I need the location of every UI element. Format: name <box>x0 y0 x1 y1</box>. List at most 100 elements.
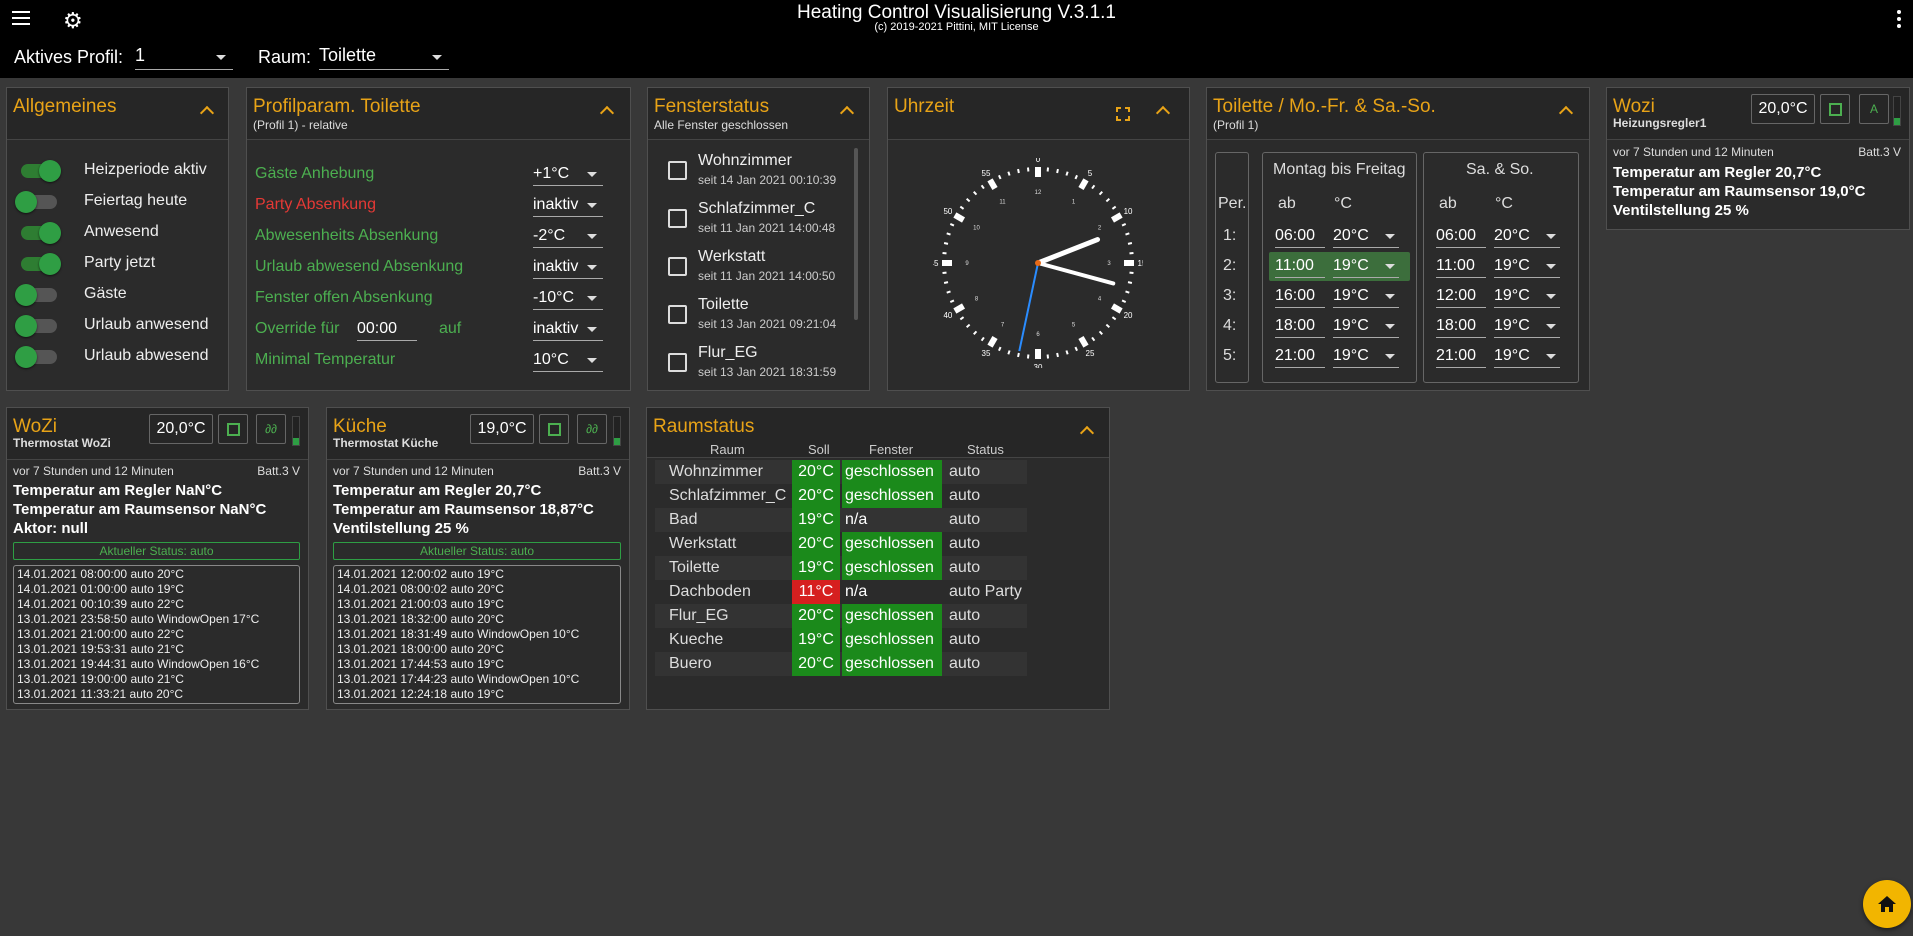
chevron-up-icon[interactable] <box>599 105 615 121</box>
toggle-switch[interactable]: Gäste <box>15 282 230 306</box>
period-temp-select[interactable]: 19°C <box>1494 344 1560 368</box>
setpoint-display[interactable]: 20,0°C <box>1751 94 1815 124</box>
window-checkbox[interactable] <box>668 161 687 180</box>
radio-signal-icon[interactable]: ∂∂ <box>577 414 607 444</box>
panel-uhrzeit: Uhrzeit 05101520253035404550551234567891… <box>887 87 1190 391</box>
clock-minute-label: 30 <box>1034 363 1043 368</box>
weekend-title: Sa. & So. <box>1466 161 1534 178</box>
toggle-switch[interactable]: Urlaub anwesend <box>15 313 230 337</box>
period-temp-select[interactable]: 19°C <box>1333 254 1399 278</box>
hour-tick <box>1078 335 1089 348</box>
setpoint-display[interactable]: 20,0°C <box>149 414 213 444</box>
window-checkbox[interactable] <box>668 305 687 324</box>
window-checkbox[interactable] <box>668 257 687 276</box>
period-time-input[interactable]: 21:00 <box>1436 344 1486 368</box>
fenster-cell: geschlossen <box>842 604 942 628</box>
param-select[interactable]: inaktiv <box>533 255 603 279</box>
raum-cell: Toilette <box>669 559 720 576</box>
scrollbar[interactable] <box>854 148 858 320</box>
radio-signal-icon[interactable]: ∂∂ <box>256 414 286 444</box>
profile-select[interactable]: 1 <box>135 45 233 70</box>
window-checkbox[interactable] <box>668 353 687 372</box>
param-select[interactable]: inaktiv <box>533 193 603 217</box>
toggle-switch[interactable]: Anwesend <box>15 220 230 244</box>
period-temp-select[interactable]: 19°C <box>1494 284 1560 308</box>
auto-mode-button[interactable]: A <box>1859 94 1889 124</box>
window-checkbox[interactable] <box>668 209 687 228</box>
status-cell: auto <box>949 655 981 672</box>
period-temp-select[interactable]: 20°C <box>1333 224 1399 248</box>
period-temp-select[interactable]: 19°C <box>1333 344 1399 368</box>
chevron-down-icon <box>1546 264 1556 269</box>
status-cell: auto <box>949 607 981 624</box>
period-time-input[interactable]: 16:00 <box>1275 284 1325 308</box>
reading-line: Temperatur am Regler NaN°C <box>13 482 223 499</box>
param-select[interactable]: +1°C <box>533 162 603 186</box>
period-time-input[interactable]: 11:00 <box>1436 254 1486 278</box>
signal-bar <box>1893 96 1901 126</box>
period-temp-select[interactable]: 19°C <box>1333 284 1399 308</box>
setpoint-display[interactable]: 19,0°C <box>470 414 534 444</box>
minute-tick <box>1065 350 1069 355</box>
fullscreen-icon[interactable] <box>1116 107 1130 121</box>
calendar-icon[interactable] <box>218 414 248 444</box>
minute-tick <box>1056 168 1059 174</box>
period-time-input[interactable]: 18:00 <box>1436 314 1486 338</box>
param-select[interactable]: inaktiv <box>533 317 603 341</box>
log-entry: 13.01.2021 18:31:49 auto WindowOpen 10°C <box>337 627 580 641</box>
more-vert-icon[interactable] <box>1897 10 1901 28</box>
chevron-up-icon[interactable] <box>1079 425 1095 441</box>
chevron-up-icon[interactable] <box>199 105 215 121</box>
chevron-down-icon <box>1546 294 1556 299</box>
param-select[interactable]: 10°C <box>533 348 603 372</box>
panel-header: Fensterstatus Alle Fenster geschlossen <box>648 88 869 140</box>
battery-status: Batt.3 V <box>578 464 621 478</box>
override-time-input[interactable]: 00:00 <box>357 317 417 341</box>
chevron-up-icon[interactable] <box>1558 105 1574 121</box>
fenster-cell: geschlossen <box>842 484 942 508</box>
status-cell: auto <box>949 463 981 480</box>
calendar-icon[interactable] <box>1820 94 1850 124</box>
period-time-input[interactable]: 11:00 <box>1275 254 1325 278</box>
period-time-input[interactable]: 21:00 <box>1275 344 1325 368</box>
col-header-soll: Soll <box>808 442 830 457</box>
toggle-switch[interactable]: Feiertag heute <box>15 189 230 213</box>
toggle-switch[interactable]: Party jetzt <box>15 251 230 275</box>
chevron-up-icon[interactable] <box>1155 105 1171 121</box>
param-select[interactable]: -10°C <box>533 286 603 310</box>
period-temp-select[interactable]: 19°C <box>1494 314 1560 338</box>
toggle-switch[interactable]: Urlaub abwesend <box>15 344 230 368</box>
event-log[interactable]: 14.01.2021 08:00:00 auto 20°C 14.01.2021 … <box>13 565 300 704</box>
device-title: WoZi <box>13 416 57 437</box>
log-entry: 13.01.2021 11:33:21 auto 20°C <box>17 687 184 701</box>
period-time-input[interactable]: 06:00 <box>1275 224 1325 248</box>
room-select[interactable]: Toilette <box>319 45 449 70</box>
period-temp-select[interactable]: 19°C <box>1333 314 1399 338</box>
home-button[interactable] <box>1863 880 1911 928</box>
status-cell: auto <box>949 631 981 648</box>
period-time-input[interactable]: 06:00 <box>1436 224 1486 248</box>
toggle-switch[interactable]: Heizperiode aktiv <box>15 158 230 182</box>
period-temp-select[interactable]: 19°C <box>1494 254 1560 278</box>
calendar-icon[interactable] <box>539 414 569 444</box>
period-number: 2: <box>1223 257 1237 274</box>
home-icon <box>1878 896 1896 912</box>
device-subtitle: Heizungsregler1 <box>1613 116 1707 130</box>
period-temp-select[interactable]: 20°C <box>1494 224 1560 248</box>
app-title: Heating Control Visualisierung V.3.1.1 <box>797 2 1116 23</box>
period-time-input[interactable]: 12:00 <box>1436 284 1486 308</box>
table-row: Kueche 19°C geschlossen auto <box>655 628 1027 652</box>
period-time-input[interactable]: 18:00 <box>1275 314 1325 338</box>
window-since: seit 14 Jan 2021 00:10:39 <box>698 173 837 187</box>
table-row: Dachboden 11°C n/a auto Party <box>655 580 1027 604</box>
top-app-bar: ⚙ Heating Control Visualisierung V.3.1.1… <box>0 0 1913 78</box>
param-select[interactable]: -2°C <box>533 224 603 248</box>
log-entry: 13.01.2021 21:00:00 auto 22°C <box>17 627 184 641</box>
event-log[interactable]: 14.01.2021 12:00:02 auto 19°C 14.01.2021 … <box>333 565 621 704</box>
switch-knob <box>39 160 61 182</box>
chevron-up-icon[interactable] <box>839 105 855 121</box>
window-since: seit 11 Jan 2021 14:00:50 <box>698 269 836 283</box>
panel-title: Profilparam. Toilette <box>253 96 421 117</box>
minute-tick <box>1098 330 1103 336</box>
switch-knob <box>39 222 61 244</box>
